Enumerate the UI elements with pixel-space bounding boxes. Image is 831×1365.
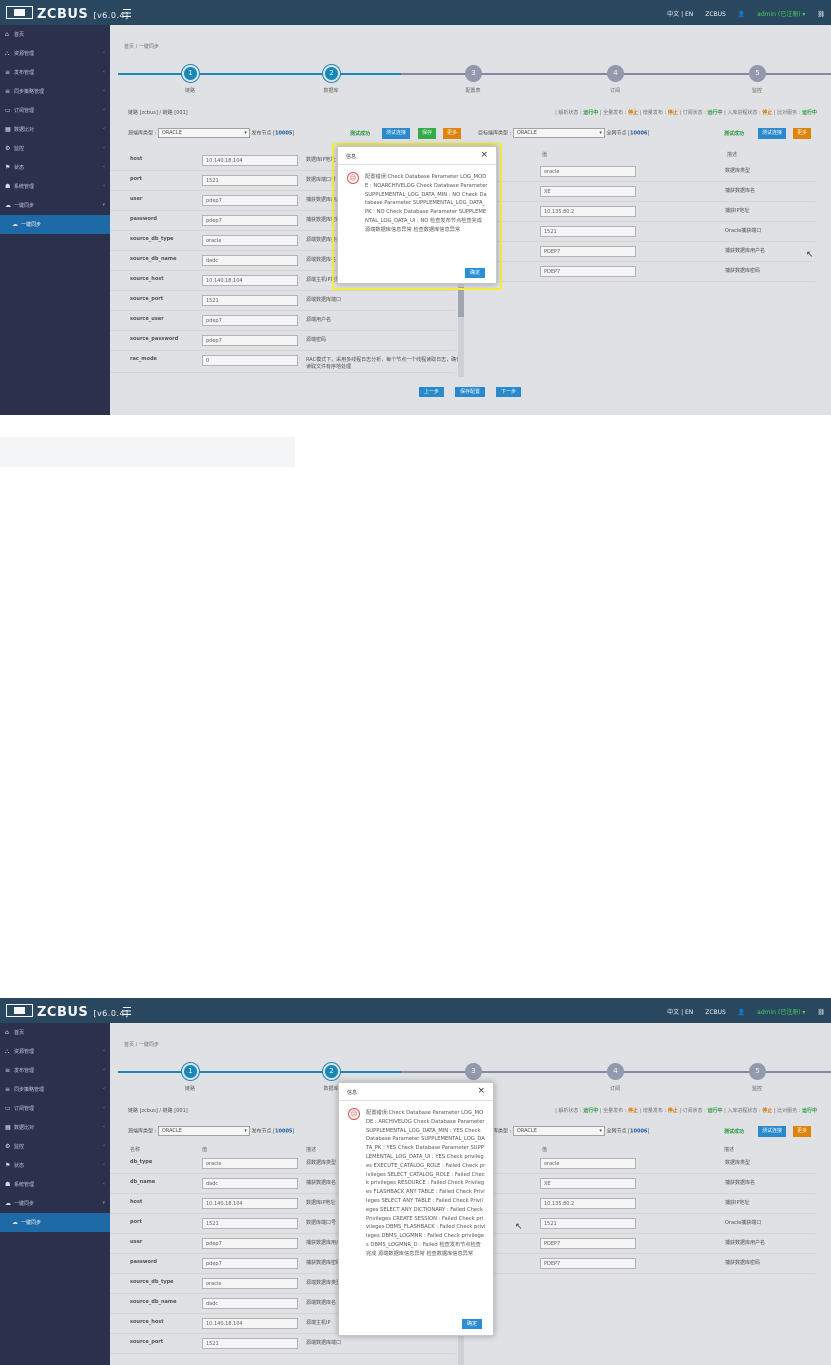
sad-face-icon: ☹ [348,1108,360,1120]
blank-strip [0,437,295,467]
dialog-ok-button[interactable]: 确定 [464,268,485,278]
mouse-cursor-icon: ↖ [806,250,814,260]
dialog-message: 配置错误:Check Database Parameter LOG_MODE :… [365,174,488,233]
dialog-title: 信息 [347,1090,358,1096]
close-icon[interactable]: × [480,150,488,160]
screenshot-1: ZCBUS [v6.0.4] ☰ 中文 | EN ZCBUS 👤 admin (… [0,0,831,415]
screenshot-2: ZCBUS [v6.0.4] ☰ 中文 | EN ZCBUS 👤 admin (… [0,998,831,1365]
dialog-title: 信息 [346,154,357,160]
mouse-cursor-icon: ↖ [515,1222,523,1232]
error-dialog: 信息 × ☹ 配置错误:Check Database Parameter LOG… [338,1082,494,1336]
error-dialog: 信息 × ☹ 配置错误:Check Database Parameter LOG… [337,146,497,284]
dialog-ok-button[interactable]: 确定 [461,1319,482,1329]
sad-face-icon: ☹ [347,172,359,184]
dialog-message: 配置错误:Check Database Parameter LOG_MODE :… [366,1110,486,1257]
close-icon[interactable]: × [477,1086,485,1096]
